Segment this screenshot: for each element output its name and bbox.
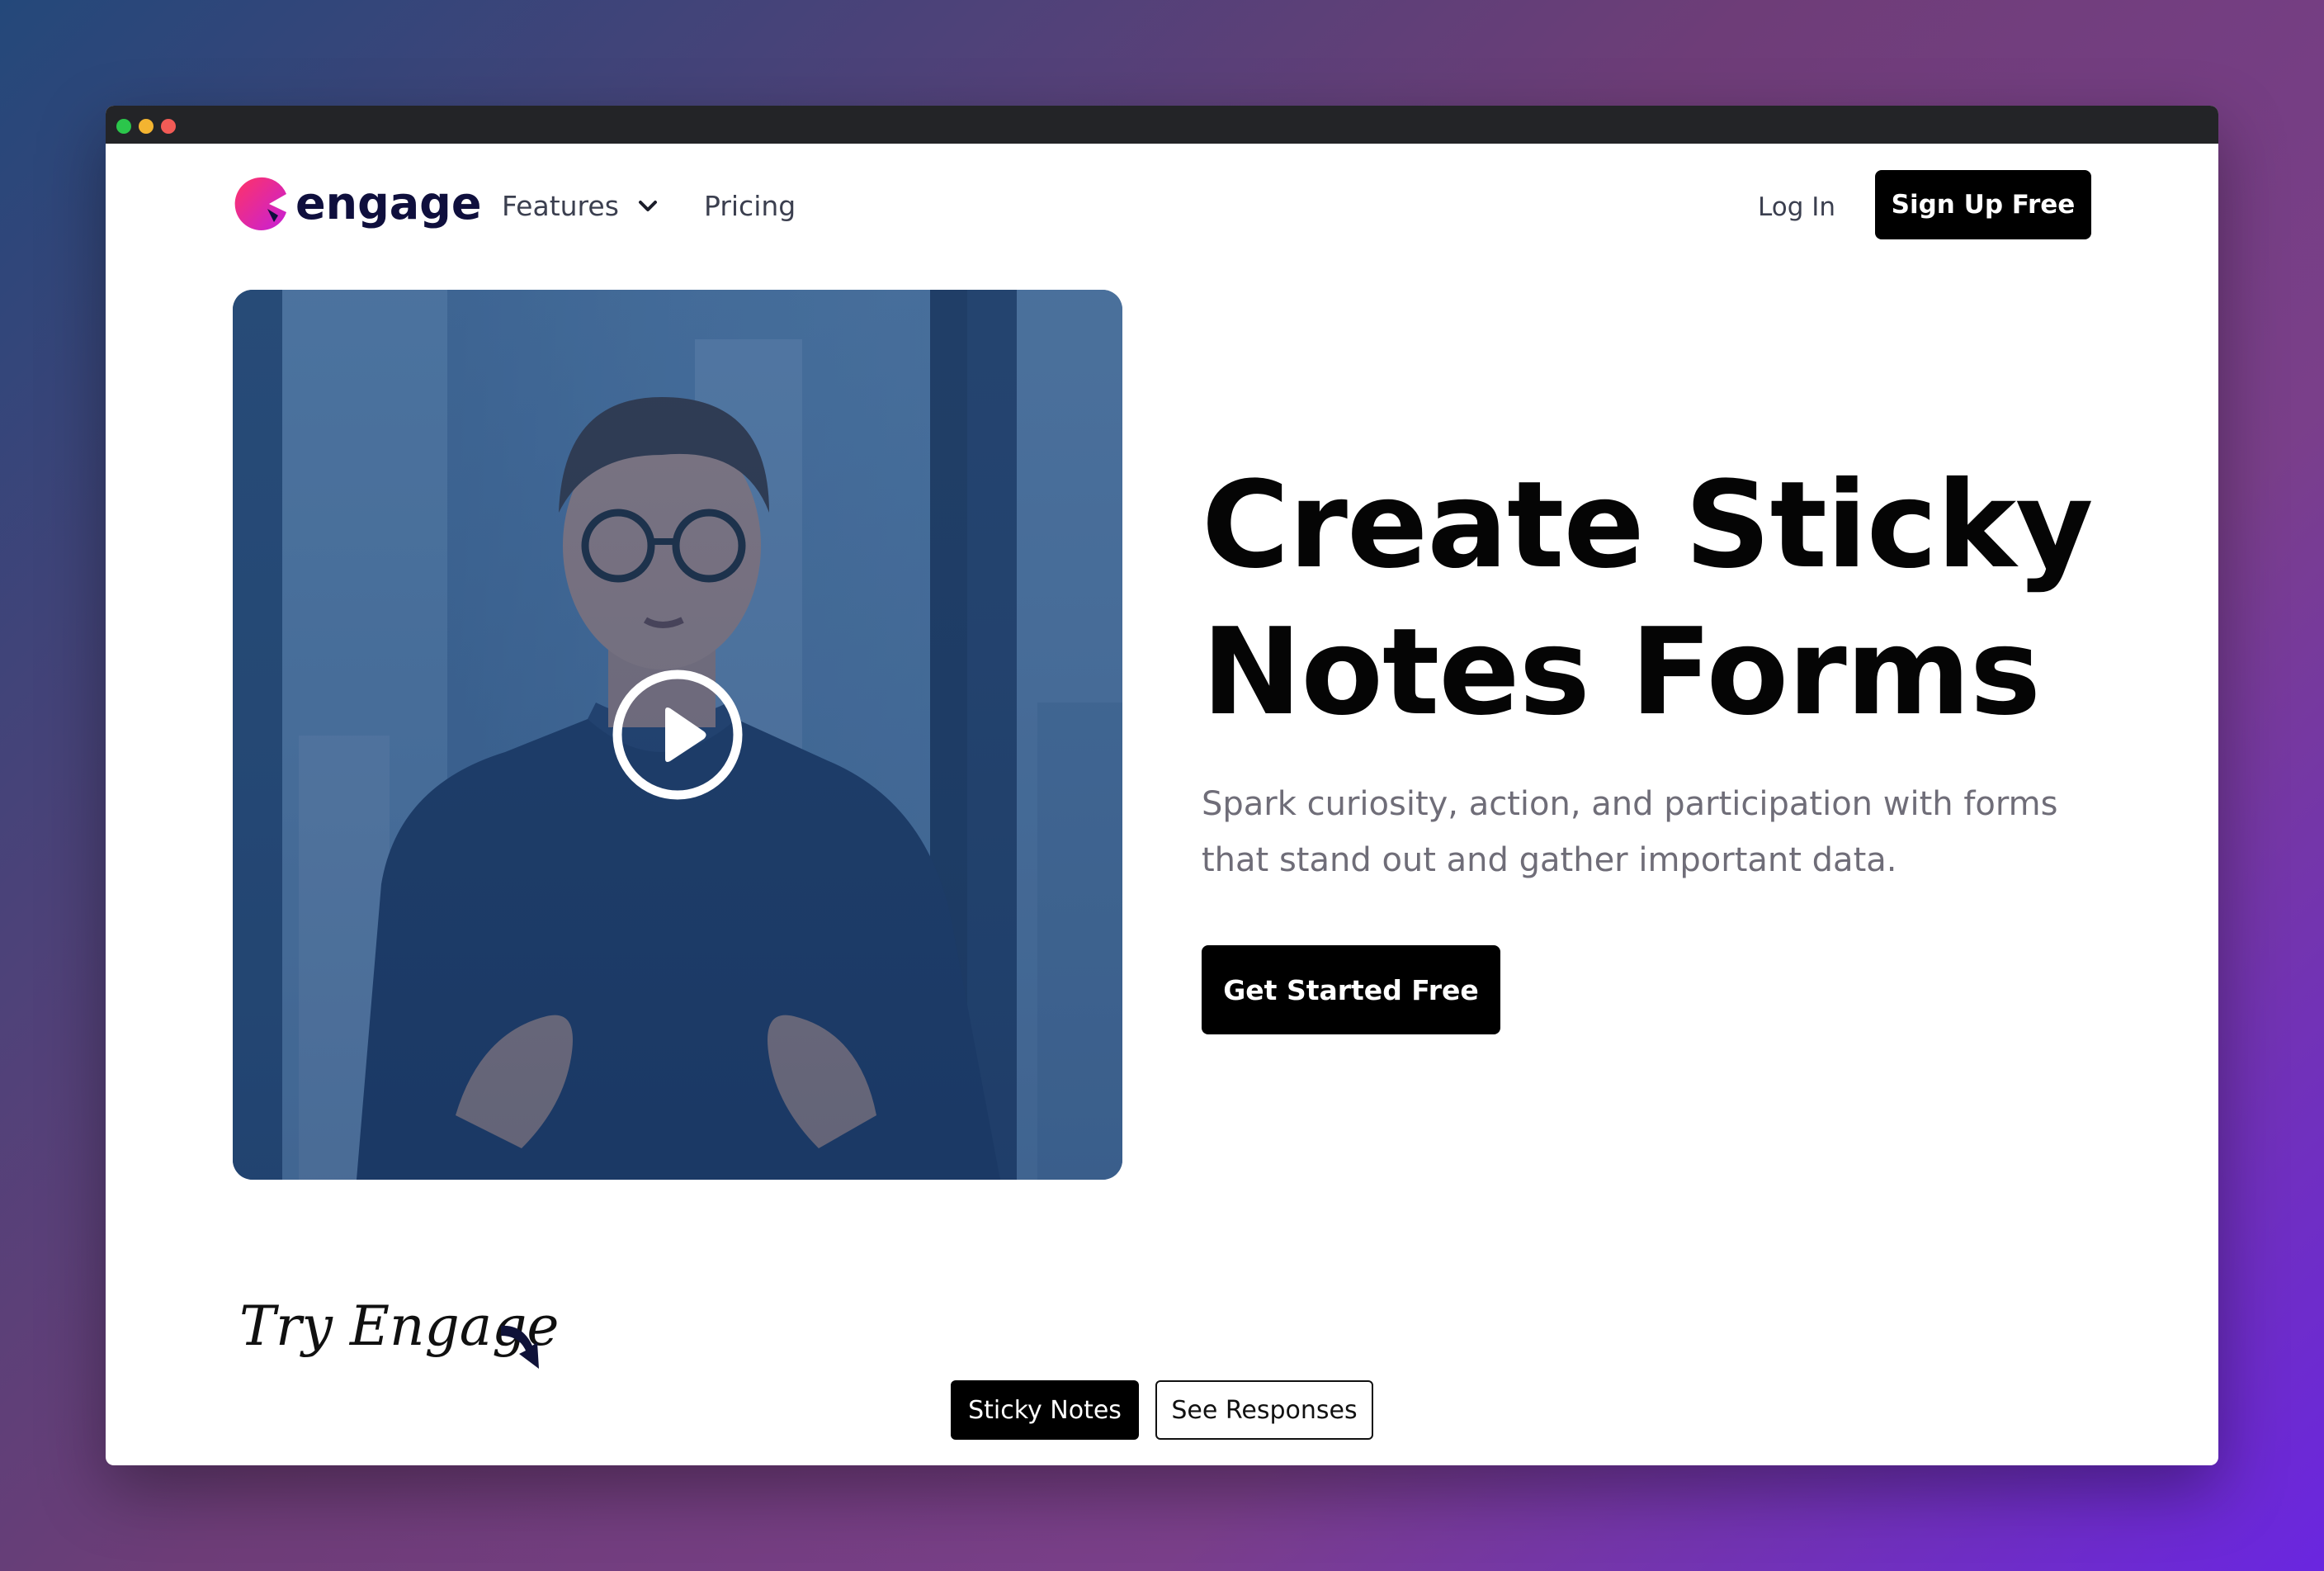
window-titlebar (106, 106, 2218, 144)
hero-headline-line-2: Notes Forms (1202, 603, 2041, 742)
curved-arrow-down-icon (501, 1325, 539, 1369)
nav-pricing-label: Pricing (704, 189, 796, 222)
window-minimize-button[interactable] (139, 119, 154, 134)
window-close-button[interactable] (116, 119, 131, 134)
nav-features-label: Features (502, 189, 619, 222)
nav-pricing[interactable]: Pricing (704, 185, 796, 226)
engage-logo-icon (234, 177, 286, 230)
brand-name: engage (295, 177, 482, 229)
tab-see-responses[interactable]: See Responses (1155, 1380, 1373, 1440)
tab-sticky-notes[interactable]: Sticky Notes (951, 1380, 1139, 1440)
hero-headline: Create Sticky Notes Forms (1202, 452, 2142, 746)
play-icon[interactable] (611, 668, 744, 802)
chevron-down-icon (638, 201, 657, 211)
hero-headline-line-1: Create Sticky (1202, 456, 2094, 595)
hero-video[interactable] (233, 290, 1122, 1180)
browser-window: engage Features Pricing Log In Sign Up F… (106, 106, 2218, 1465)
nav-features[interactable]: Features (502, 185, 659, 226)
signup-button[interactable]: Sign Up Free (1875, 170, 2091, 239)
login-link[interactable]: Log In (1758, 188, 1835, 226)
window-maximize-button[interactable] (161, 119, 176, 134)
get-started-button[interactable]: Get Started Free (1202, 945, 1500, 1034)
hero-subtext: Spark curiosity, action, and participati… (1202, 785, 2058, 879)
brand-logo[interactable]: engage (233, 175, 481, 233)
